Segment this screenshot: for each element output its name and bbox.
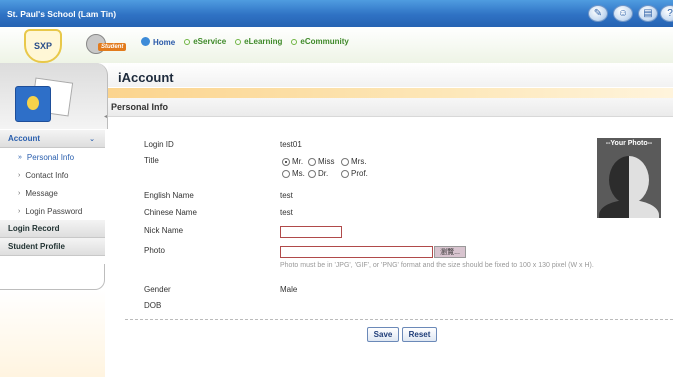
radio-button[interactable] bbox=[282, 169, 290, 178]
english-name-value: test bbox=[280, 191, 293, 200]
page-title: iAccount bbox=[118, 70, 174, 85]
sidebar-item-label: Message bbox=[25, 188, 58, 198]
chinese-name-value: test bbox=[280, 208, 293, 217]
sidebar-fade bbox=[0, 290, 105, 377]
save-button[interactable]: Save bbox=[367, 327, 399, 342]
user-face-icon bbox=[27, 96, 39, 110]
account-folder-icon bbox=[15, 76, 75, 124]
smile-icon[interactable]: ☺ bbox=[613, 5, 633, 22]
nick-name-input[interactable] bbox=[280, 226, 342, 238]
nav-home[interactable]: Home bbox=[141, 37, 175, 47]
school-crest[interactable]: SXP bbox=[24, 29, 62, 63]
avatar-body-icon bbox=[599, 200, 659, 218]
title-bar: St. Paul's School (Lam Tin) ✎ ☺ ▤ ? bbox=[0, 0, 673, 27]
home-icon bbox=[141, 37, 150, 46]
radio-button[interactable] bbox=[308, 169, 316, 178]
student-logo: Student bbox=[86, 34, 132, 56]
title-option-label: Ms. bbox=[292, 169, 305, 178]
title-option-label: Dr. bbox=[318, 169, 329, 178]
title-label: Title bbox=[144, 156, 159, 165]
title-option-dr[interactable]: Dr. bbox=[308, 169, 328, 178]
crest-text: SXP bbox=[33, 41, 52, 51]
section-header bbox=[108, 98, 673, 117]
sidebar-group-student-profile[interactable]: Student Profile bbox=[0, 238, 105, 256]
gender-label: Gender bbox=[144, 285, 171, 294]
title-option-mr[interactable]: Mr. bbox=[282, 157, 303, 166]
title-option-miss[interactable]: Miss bbox=[308, 157, 334, 166]
nav-home-label: Home bbox=[153, 38, 176, 47]
reset-button[interactable]: Reset bbox=[402, 327, 437, 342]
nav-elearning-label: eLearning bbox=[244, 37, 283, 46]
title-option-label: Prof. bbox=[351, 169, 368, 178]
title-option-label: Mrs. bbox=[351, 157, 367, 166]
sidebar-group-student-profile-label: Student Profile bbox=[8, 242, 65, 251]
school-name: St. Paul's School (Lam Tin) bbox=[7, 9, 117, 19]
nav-ecommunity[interactable]: eCommunity bbox=[291, 37, 349, 47]
sidebar-group-account-label: Account bbox=[8, 134, 40, 143]
main-title-bar bbox=[108, 63, 673, 87]
sidebar-item-personal-info[interactable]: » Personal Info bbox=[0, 148, 105, 166]
nav-elearning[interactable]: eLearning bbox=[235, 37, 282, 47]
sidebar-group-login-record-label: Login Record bbox=[8, 224, 60, 233]
document-icon[interactable]: ▤ bbox=[638, 5, 658, 22]
radio-button[interactable] bbox=[341, 169, 349, 178]
sidebar-group-account[interactable]: Account ⌄ bbox=[0, 130, 105, 148]
sidebar-group-login-record[interactable]: Login Record bbox=[0, 220, 105, 238]
title-option-label: Mr. bbox=[292, 157, 304, 166]
title-option-label: Miss bbox=[318, 157, 335, 166]
bullet-icon bbox=[235, 39, 242, 45]
sidebar-menu: Account ⌄ » Personal Info › Contact Info… bbox=[0, 130, 105, 256]
gender-value: Male bbox=[280, 285, 298, 294]
form-divider bbox=[125, 319, 673, 320]
avatar-head-icon bbox=[609, 156, 649, 204]
student-logo-label: Student bbox=[98, 43, 127, 51]
dob-label: DOB bbox=[144, 301, 162, 310]
nick-name-label: Nick Name bbox=[144, 226, 184, 235]
photo-caption: --Your Photo-- bbox=[605, 140, 653, 147]
arrow-right-icon: › bbox=[18, 189, 21, 197]
login-id-label: Login ID bbox=[144, 140, 174, 149]
sidebar-item-login-password[interactable]: › Login Password bbox=[0, 202, 105, 220]
nav-ecommunity-label: eCommunity bbox=[300, 37, 349, 46]
double-arrow-icon: » bbox=[18, 153, 22, 161]
chinese-name-label: Chinese Name bbox=[144, 208, 197, 217]
title-option-ms[interactable]: Ms. bbox=[282, 169, 305, 178]
chevron-down-icon: ⌄ bbox=[89, 135, 95, 143]
sidebar-item-message[interactable]: › Message bbox=[0, 184, 105, 202]
sidebar-item-label: Login Password bbox=[25, 206, 83, 216]
top-navigation: Home eService eLearning eCommunity bbox=[141, 37, 349, 47]
arrow-right-icon: › bbox=[18, 207, 21, 215]
radio-button[interactable] bbox=[341, 157, 349, 166]
login-id-value: test01 bbox=[280, 140, 302, 149]
title-option-prof[interactable]: Prof. bbox=[341, 169, 368, 178]
photo-format-note: Photo must be in 'JPG', 'GIF', or 'PNG' … bbox=[280, 262, 594, 269]
sidebar-bottom-panel bbox=[0, 264, 105, 290]
radio-button[interactable] bbox=[282, 157, 290, 166]
title-decoration bbox=[108, 88, 673, 98]
bullet-icon bbox=[184, 39, 191, 45]
tools-icon[interactable]: ✎ bbox=[588, 5, 608, 22]
photo-file-input[interactable] bbox=[280, 246, 433, 258]
sidebar-item-contact-info[interactable]: › Contact Info bbox=[0, 166, 105, 184]
help-icon[interactable]: ? bbox=[660, 5, 673, 22]
english-name-label: English Name bbox=[144, 191, 194, 200]
user-photo: --Your Photo-- bbox=[597, 138, 661, 218]
nav-eservice-label: eService bbox=[193, 37, 227, 46]
browse-button[interactable]: 瀏覽... bbox=[434, 246, 466, 258]
title-option-mrs[interactable]: Mrs. bbox=[341, 157, 367, 166]
nav-eservice[interactable]: eService bbox=[184, 37, 226, 47]
arrow-right-icon: › bbox=[18, 171, 21, 179]
photo-label: Photo bbox=[144, 246, 165, 255]
sidebar-item-label: Contact Info bbox=[25, 170, 69, 180]
section-title: Personal Info bbox=[111, 102, 169, 112]
radio-button[interactable] bbox=[308, 157, 316, 166]
bullet-icon bbox=[291, 39, 298, 45]
sidebar-item-label: Personal Info bbox=[26, 152, 75, 162]
